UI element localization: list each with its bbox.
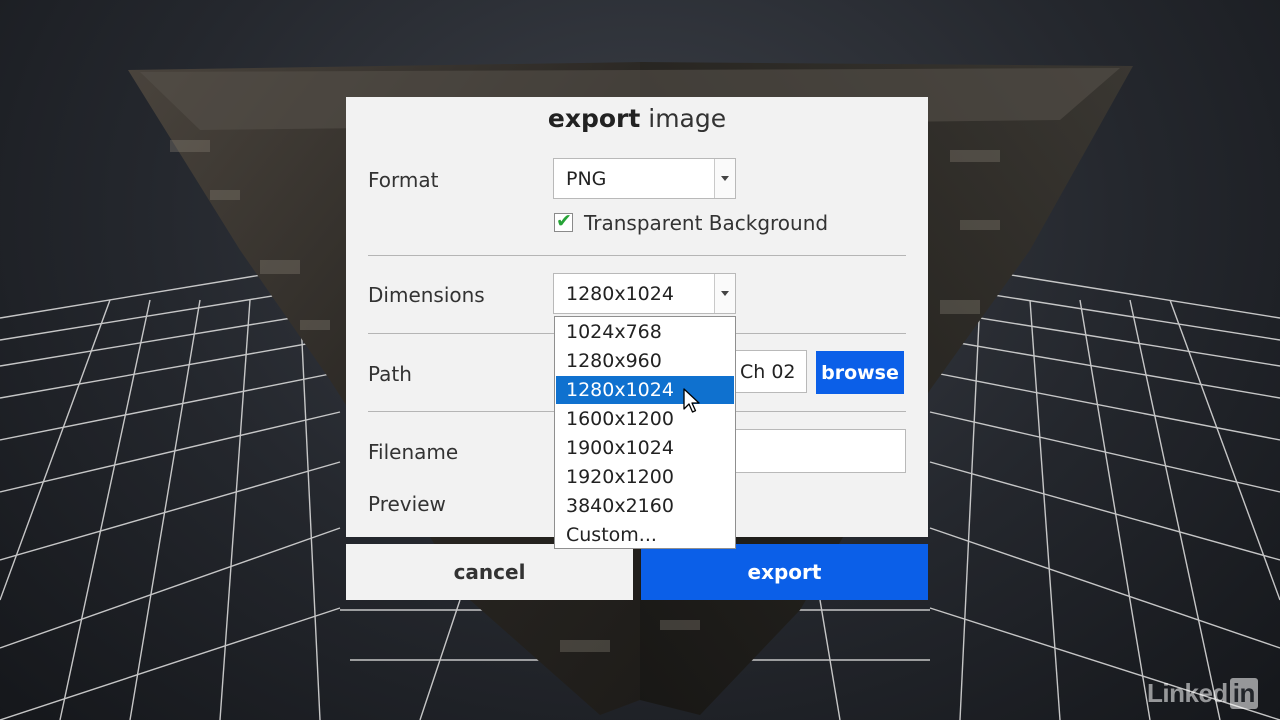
browse-button[interactable]: browse [816,351,904,394]
linkedin-watermark: Linked in [1147,678,1258,709]
chevron-down-icon [721,291,729,296]
export-button[interactable]: export [641,544,928,600]
checkmark-icon: ✔ [556,210,572,232]
format-label: Format [368,168,439,192]
filename-label: Filename [368,440,459,464]
section-divider [368,255,906,256]
filename-input[interactable] [735,429,906,473]
dimensions-option[interactable]: 1600x1200 [556,405,734,433]
transparent-background-label[interactable]: Transparent Background [584,211,828,235]
dialog-title: export image [346,104,928,133]
format-dropdown-toggle[interactable] [714,159,735,198]
dimensions-option[interactable]: 1280x960 [556,347,734,375]
format-value: PNG [566,168,607,190]
dialog-title-rest: image [640,104,727,133]
dimensions-option[interactable]: 3840x2160 [556,492,734,520]
dimensions-dropdown-toggle[interactable] [714,274,735,313]
dimensions-option[interactable]: 1900x1024 [556,434,734,462]
dimensions-option[interactable]: Custom... [556,521,734,549]
dimensions-label: Dimensions [368,283,485,307]
dimensions-option-highlighted[interactable]: 1280x1024 [556,376,734,404]
path-input[interactable]: Ch 02 [735,350,807,393]
path-value: Ch 02 [740,361,796,383]
cancel-button[interactable]: cancel [346,544,633,600]
transparent-background-checkbox[interactable]: ✔ [554,210,573,232]
dimensions-value: 1280x1024 [566,283,674,305]
dimensions-option[interactable]: 1024x768 [556,318,734,346]
mouse-pointer-icon [683,388,700,413]
dimensions-select[interactable]: 1280x1024 [553,273,736,314]
format-select[interactable]: PNG [553,158,736,199]
watermark-badge: in [1229,678,1258,709]
path-label: Path [368,362,412,386]
preview-label: Preview [368,492,446,516]
dimensions-option[interactable]: 1920x1200 [556,463,734,491]
dimensions-dropdown-list[interactable]: 1024x768 1280x960 1280x1024 1600x1200 19… [554,316,736,549]
dialog-title-bold: export [547,104,641,133]
watermark-text: Linked [1147,678,1228,708]
chevron-down-icon [721,176,729,181]
